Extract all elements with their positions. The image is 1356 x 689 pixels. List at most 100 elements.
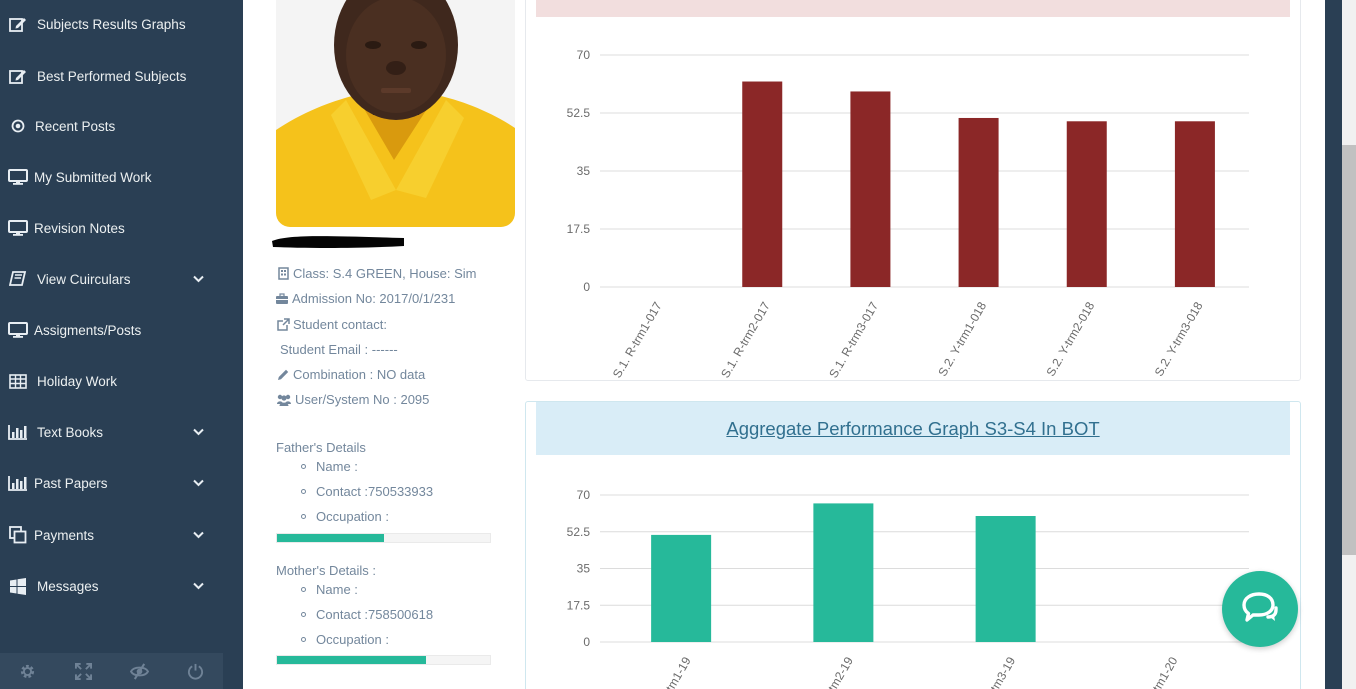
x-tick-label: S.2. Y-trm3-018 <box>1152 299 1206 378</box>
student-email-info: Student Email : ------ <box>280 342 398 357</box>
y-tick-label: 70 <box>577 488 591 502</box>
sidebar-item-assigments-posts[interactable]: Assigments/Posts <box>0 310 243 350</box>
sidebar-item-label: Holiday Work <box>37 373 118 389</box>
chat-button[interactable] <box>1222 571 1298 647</box>
sidebar-item-my-submitted-work[interactable]: My Submitted Work <box>0 157 243 197</box>
combination-info: Combination : NO data <box>276 367 425 382</box>
gear-icon[interactable] <box>0 653 56 689</box>
y-tick-label: 17.5 <box>567 598 591 612</box>
bar <box>1066 121 1107 288</box>
father-contact: Contact :750533933 <box>301 484 433 499</box>
x-tick-label: tm1-19 <box>663 654 694 689</box>
y-tick-label: 0 <box>583 635 590 649</box>
chevron-down-icon <box>191 582 205 590</box>
sidebar-item-label: Recent Posts <box>35 118 116 134</box>
desktop-icon <box>7 167 29 187</box>
x-tick-label: S.1. R-trm3-017 <box>826 299 881 380</box>
redacted-student-name <box>270 233 406 250</box>
sidebar-item-best-performed-subjects[interactable]: Best Performed Subjects <box>0 56 243 96</box>
y-tick-label: 17.5 <box>567 222 591 236</box>
x-tick-label: tm1-20 <box>1150 654 1181 689</box>
chevron-down-icon <box>191 275 205 283</box>
sidebar-item-view-cuirculars[interactable]: View Cuirculars <box>0 259 243 299</box>
sidebar-item-label: Subjects Results Graphs <box>37 16 186 32</box>
mother-occupation: Occupation : <box>301 632 389 647</box>
x-tick-label: tm2-19 <box>825 654 856 689</box>
y-tick-label: 70 <box>577 48 591 62</box>
sidebar: Subjects Results Graphs Best Performed S… <box>0 0 243 689</box>
bar <box>742 81 783 287</box>
sidebar-item-holiday-work[interactable]: Holiday Work <box>0 361 243 401</box>
father-name: Name : <box>301 459 358 474</box>
chevron-down-icon <box>191 531 205 539</box>
sidebar-item-label: View Cuirculars <box>37 271 131 287</box>
sidebar-item-label: Messages <box>37 578 99 594</box>
bar <box>1174 121 1215 288</box>
mother-progress-bar <box>276 655 491 665</box>
main-content: Class: S.4 GREEN, House: Sim Admission N… <box>243 0 1325 689</box>
sidebar-item-label: Payments <box>34 527 95 543</box>
y-tick-label: 35 <box>577 164 591 178</box>
admission-info: Admission No: 2017/0/1/231 <box>275 291 455 306</box>
sidebar-footer <box>0 653 223 689</box>
book-icon <box>7 269 29 289</box>
mother-progress-fill <box>277 656 427 664</box>
y-tick-label: 35 <box>577 562 591 576</box>
father-progress-bar <box>276 533 491 543</box>
bar-chart-icon <box>7 473 29 493</box>
bar <box>813 503 874 642</box>
clone-icon <box>7 525 29 545</box>
desktop-icon <box>7 218 29 238</box>
building-icon <box>276 267 290 280</box>
mother-name: Name : <box>301 582 358 597</box>
father-progress-fill <box>277 534 384 542</box>
bar <box>850 91 891 287</box>
mother-contact: Contact :758500618 <box>301 607 433 622</box>
y-tick-label: 52.5 <box>567 106 591 120</box>
x-tick-label: S.1. R-trm1-017 <box>610 299 665 380</box>
sidebar-item-label: Past Papers <box>34 475 108 491</box>
chevron-down-icon <box>191 428 205 436</box>
user-system-no-info: User/System No : 2095 <box>276 392 429 407</box>
father-details-title: Father's Details <box>276 440 366 455</box>
sidebar-item-recent-posts[interactable]: Recent Posts <box>0 106 243 146</box>
sidebar-item-label: Best Performed Subjects <box>37 68 187 84</box>
bar <box>975 516 1036 642</box>
sidebar-item-past-papers[interactable]: Past Papers <box>0 463 243 503</box>
aggregate-bar-chart: 0 17.5 35 52.5 70 tm1-19 tm2-19 tm3-19 tm1-20 <box>567 488 1249 689</box>
sidebar-item-messages[interactable]: Messages <box>0 566 243 606</box>
student-contact-info: Student contact: <box>276 317 387 332</box>
chevron-down-icon <box>191 479 205 487</box>
app-root: Subjects Results Graphs Best Performed S… <box>0 0 1356 689</box>
sidebar-item-label: Revision Notes <box>34 220 125 236</box>
power-icon[interactable] <box>167 653 223 689</box>
x-tick-label: S.2. Y-trm2-018 <box>1044 299 1098 378</box>
users-icon <box>276 393 292 406</box>
dot-circle-icon <box>7 116 29 136</box>
bar <box>958 117 999 287</box>
eye-slash-icon[interactable] <box>112 653 168 689</box>
chat-bubbles-icon <box>1240 590 1280 629</box>
mother-details-title: Mother's Details : <box>276 563 377 578</box>
bar <box>651 534 712 642</box>
y-tick-label: 0 <box>583 280 590 294</box>
windows-icon <box>7 576 29 596</box>
sidebar-item-payments[interactable]: Payments <box>0 515 243 555</box>
sidebar-item-label: My Submitted Work <box>34 169 152 185</box>
results-chart-panel: 0 17.5 35 52.5 70 S.1. R-trm1-017 S.1. R-trm2-… <box>525 0 1301 381</box>
edit-icon <box>7 66 29 86</box>
x-tick-label: S.2. Y-trm1-018 <box>935 299 989 378</box>
external-link-icon <box>276 318 290 331</box>
sidebar-item-subjects-results-graphs[interactable]: Subjects Results Graphs <box>0 4 243 44</box>
scrollbar-thumb[interactable] <box>1342 145 1356 555</box>
bar-chart-icon <box>7 422 29 442</box>
sidebar-item-label: Assigments/Posts <box>34 322 142 338</box>
sidebar-item-text-books[interactable]: Text Books <box>0 412 243 452</box>
sidebar-item-revision-notes[interactable]: Revision Notes <box>0 208 243 248</box>
x-tick-label: S.1. R-trm2-017 <box>718 299 773 380</box>
pencil-icon <box>276 368 290 381</box>
table-icon <box>7 371 29 391</box>
briefcase-icon <box>275 292 289 305</box>
fullscreen-icon[interactable] <box>56 653 112 689</box>
x-tick-label: tm3-19 <box>987 654 1018 689</box>
